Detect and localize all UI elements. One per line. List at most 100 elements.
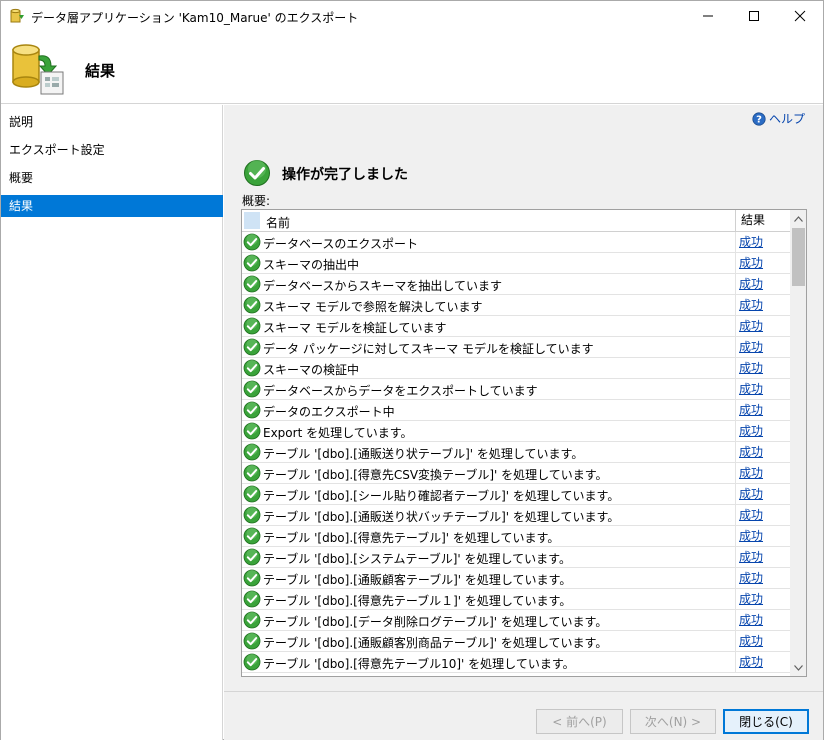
- database-export-icon: [12, 44, 64, 95]
- table-row[interactable]: Export を処理しています。 成功: [242, 421, 790, 442]
- row-result-link[interactable]: 成功: [735, 505, 790, 526]
- row-result-link[interactable]: 成功: [735, 652, 790, 673]
- row-result-link[interactable]: 成功: [735, 358, 790, 379]
- success-check-icon: [243, 548, 261, 566]
- row-name: テーブル '[dbo].[通販送り状バッチテーブル]' を処理しています。: [263, 510, 620, 524]
- success-check-icon: [243, 569, 261, 587]
- success-check-icon: [243, 380, 261, 398]
- row-result-link[interactable]: 成功: [735, 526, 790, 547]
- sidebar-item-description[interactable]: 説明: [1, 111, 223, 133]
- row-name: スキーマ モデルを検証しています: [263, 321, 447, 335]
- row-result-link[interactable]: 成功: [735, 337, 790, 358]
- table-row[interactable]: テーブル '[dbo].[通販顧客別商品テーブル]' を処理しています。 成功: [242, 631, 790, 652]
- wizard-header: 結果: [1, 31, 823, 104]
- summary-label: 概要:: [242, 194, 271, 208]
- chevron-up-icon: [794, 215, 803, 222]
- success-check-icon: [243, 401, 261, 419]
- success-check-icon: [243, 275, 261, 293]
- row-result-link[interactable]: 成功: [735, 484, 790, 505]
- table-row[interactable]: テーブル '[dbo].[得意先テーブル１]' を処理しています。 成功: [242, 589, 790, 610]
- table-row[interactable]: データのエクスポート中 成功: [242, 400, 790, 421]
- table-row[interactable]: データベースからスキーマを抽出しています 成功: [242, 274, 790, 295]
- sidebar-item-results[interactable]: 結果: [1, 195, 223, 217]
- table-row[interactable]: テーブル '[dbo].[シール貼り確認者テーブル]' を処理しています。 成功: [242, 484, 790, 505]
- minimize-button[interactable]: [685, 1, 731, 31]
- row-result-link[interactable]: 成功: [735, 631, 790, 652]
- column-header-result[interactable]: 結果: [735, 210, 790, 232]
- row-result-link[interactable]: 成功: [735, 421, 790, 442]
- next-button[interactable]: 次へ(N) >: [630, 709, 716, 734]
- table-row[interactable]: テーブル '[dbo].[得意先テーブル]' を処理しています。 成功: [242, 526, 790, 547]
- table-row[interactable]: スキーマの検証中 成功: [242, 358, 790, 379]
- row-name: スキーマ モデルで参照を解決しています: [263, 300, 483, 314]
- previous-button[interactable]: < 前へ(P): [536, 709, 623, 734]
- column-header-name[interactable]: 名前: [266, 214, 290, 231]
- row-result-link[interactable]: 成功: [735, 442, 790, 463]
- table-row[interactable]: スキーマの抽出中 成功: [242, 253, 790, 274]
- window-title: データ層アプリケーション 'Kam10_Marue' のエクスポート: [31, 11, 359, 25]
- row-result-link[interactable]: 成功: [735, 463, 790, 484]
- row-name: Export を処理しています。: [263, 426, 413, 440]
- scroll-up-button[interactable]: [790, 210, 806, 227]
- row-name: テーブル '[dbo].[得意先テーブル１]' を処理しています。: [263, 594, 572, 608]
- row-name: データ パッケージに対してスキーマ モデルを検証しています: [263, 342, 594, 356]
- row-result-link[interactable]: 成功: [735, 379, 790, 400]
- row-name: テーブル '[dbo].[通販顧客別商品テーブル]' を処理しています。: [263, 636, 608, 650]
- table-row[interactable]: データ パッケージに対してスキーマ モデルを検証しています 成功: [242, 337, 790, 358]
- row-result-link[interactable]: 成功: [735, 295, 790, 316]
- close-window-button[interactable]: [777, 1, 823, 31]
- wizard-footer: < 前へ(P) 次へ(N) > 閉じる(C): [224, 691, 823, 740]
- row-name: テーブル '[dbo].[シール貼り確認者テーブル]' を処理しています。: [263, 489, 620, 503]
- row-result-link[interactable]: 成功: [735, 589, 790, 610]
- status-message: 操作が完了しました: [282, 167, 408, 183]
- help-icon: ?: [752, 111, 766, 126]
- row-name: データベースのエクスポート: [263, 237, 419, 251]
- table-row[interactable]: テーブル '[dbo].[得意先テーブル10]' を処理しています。 成功: [242, 652, 790, 673]
- table-row[interactable]: データベースのエクスポート 成功: [242, 232, 790, 253]
- maximize-button[interactable]: [731, 1, 777, 31]
- row-name: スキーマの検証中: [263, 363, 360, 377]
- row-result-link[interactable]: 成功: [735, 253, 790, 274]
- success-check-icon: [243, 632, 261, 650]
- vertical-scrollbar[interactable]: [790, 210, 806, 676]
- success-check-icon: [243, 317, 261, 335]
- table-row[interactable]: テーブル '[dbo].[データ削除ログテーブル]' を処理しています。 成功: [242, 610, 790, 631]
- row-result-link[interactable]: 成功: [735, 232, 790, 253]
- table-row[interactable]: スキーマ モデルで参照を解決しています 成功: [242, 295, 790, 316]
- page-title: 結果: [85, 62, 116, 80]
- row-name: テーブル '[dbo].[得意先CSV変換テーブル]' を処理しています。: [263, 468, 608, 482]
- success-check-icon: [243, 422, 261, 440]
- row-result-link[interactable]: 成功: [735, 610, 790, 631]
- table-row[interactable]: スキーマ モデルを検証しています 成功: [242, 316, 790, 337]
- table-row[interactable]: テーブル '[dbo].[通販送り状テーブル]' を処理しています。 成功: [242, 442, 790, 463]
- close-button[interactable]: 閉じる(C): [723, 709, 809, 734]
- row-result-link[interactable]: 成功: [735, 568, 790, 589]
- scroll-thumb[interactable]: [792, 228, 805, 286]
- table-row[interactable]: テーブル '[dbo].[システムテーブル]' を処理しています。 成功: [242, 547, 790, 568]
- success-check-icon: [243, 254, 261, 272]
- table-row[interactable]: テーブル '[dbo].[得意先CSV変換テーブル]' を処理しています。 成功: [242, 463, 790, 484]
- success-check-icon: [243, 527, 261, 545]
- table-row[interactable]: テーブル '[dbo].[通販顧客テーブル]' を処理しています。 成功: [242, 568, 790, 589]
- row-result-link[interactable]: 成功: [735, 547, 790, 568]
- results-grid[interactable]: 名前 結果 データベースのエクスポート 成功 スキーマの抽出中 成功 データベースからス…: [241, 209, 807, 677]
- row-result-link[interactable]: 成功: [735, 316, 790, 337]
- grid-header-row: 名前 結果: [242, 210, 790, 232]
- row-name: テーブル '[dbo].[システムテーブル]' を処理しています。: [263, 552, 571, 566]
- help-link[interactable]: ? ヘルプ: [752, 110, 805, 127]
- row-result-link[interactable]: 成功: [735, 274, 790, 295]
- table-row[interactable]: テーブル '[dbo].[通販送り状バッチテーブル]' を処理しています。 成功: [242, 505, 790, 526]
- table-row[interactable]: データベースからデータをエクスポートしています 成功: [242, 379, 790, 400]
- maximize-icon: [749, 11, 759, 21]
- export-dialog-window: データ層アプリケーション 'Kam10_Marue' のエクスポート 結果 説明…: [0, 0, 824, 740]
- title-bar[interactable]: データ層アプリケーション 'Kam10_Marue' のエクスポート: [1, 1, 823, 31]
- row-name: テーブル '[dbo].[得意先テーブル10]' を処理しています。: [263, 657, 575, 671]
- scroll-down-button[interactable]: [790, 659, 806, 676]
- sidebar-item-export-settings[interactable]: エクスポート設定: [1, 139, 223, 161]
- app-icon: [10, 8, 24, 23]
- select-all-cell[interactable]: [244, 212, 260, 229]
- sidebar-item-summary[interactable]: 概要: [1, 167, 223, 189]
- success-check-icon: [243, 506, 261, 524]
- row-result-link[interactable]: 成功: [735, 400, 790, 421]
- success-check-icon: [243, 611, 261, 629]
